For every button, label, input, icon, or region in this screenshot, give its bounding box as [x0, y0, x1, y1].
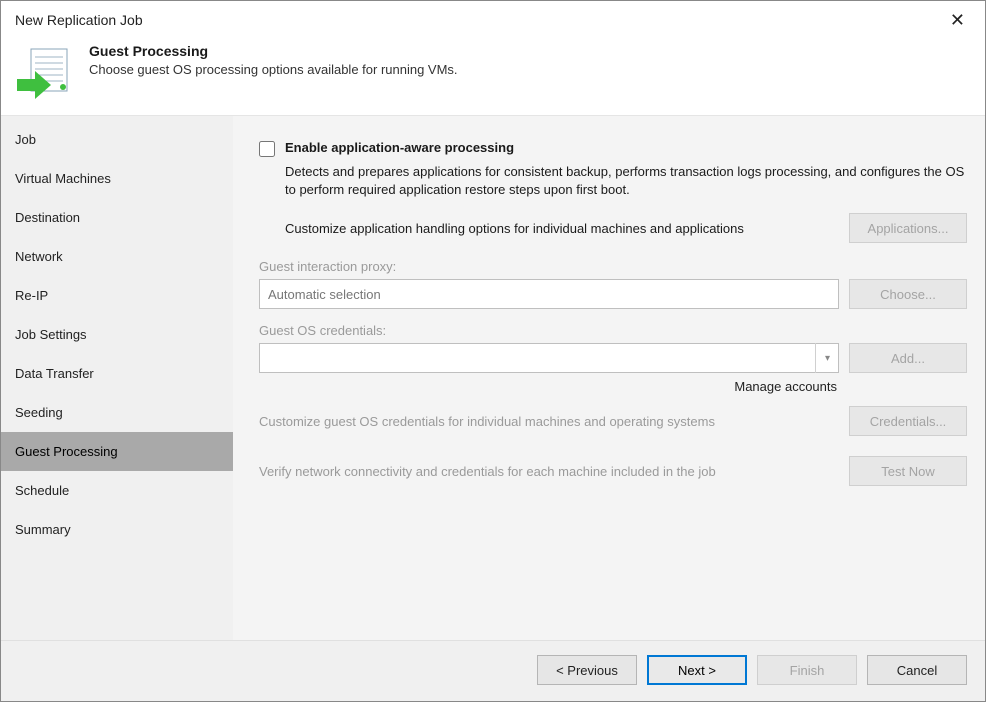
- enable-app-aware-row: Enable application-aware processing: [259, 140, 967, 157]
- proxy-field-row: Choose...: [259, 279, 967, 309]
- creds-field-row: ▾ Add...: [259, 343, 967, 373]
- wizard-header: Guest Processing Choose guest OS process…: [1, 37, 985, 115]
- wizard-icon: [17, 43, 71, 101]
- sidebar-item-network[interactable]: Network: [1, 237, 233, 276]
- manage-accounts-link[interactable]: Manage accounts: [259, 379, 967, 394]
- page-title: Guest Processing: [89, 43, 458, 59]
- creds-label: Guest OS credentials:: [259, 323, 967, 338]
- test-now-button[interactable]: Test Now: [849, 456, 967, 486]
- customize-creds-text: Customize guest OS credentials for indiv…: [259, 414, 839, 429]
- wizard-sidebar: Job Virtual Machines Destination Network…: [1, 116, 233, 640]
- next-button[interactable]: Next >: [647, 655, 747, 685]
- wizard-body: Job Virtual Machines Destination Network…: [1, 115, 985, 640]
- credentials-button[interactable]: Credentials...: [849, 406, 967, 436]
- customize-apps-text: Customize application handling options f…: [285, 221, 839, 236]
- sidebar-item-guest-processing[interactable]: Guest Processing: [1, 432, 233, 471]
- close-icon[interactable]: ✕: [944, 11, 971, 29]
- proxy-input[interactable]: [259, 279, 839, 309]
- creds-input[interactable]: [259, 343, 839, 373]
- sidebar-item-schedule[interactable]: Schedule: [1, 471, 233, 510]
- creds-combo[interactable]: ▾: [259, 343, 839, 373]
- applications-button[interactable]: Applications...: [849, 213, 967, 243]
- sidebar-item-virtual-machines[interactable]: Virtual Machines: [1, 159, 233, 198]
- customize-apps-row: Customize application handling options f…: [285, 213, 967, 243]
- enable-app-aware-desc: Detects and prepares applications for co…: [285, 163, 967, 199]
- finish-button[interactable]: Finish: [757, 655, 857, 685]
- add-button[interactable]: Add...: [849, 343, 967, 373]
- chevron-down-icon[interactable]: ▾: [815, 343, 839, 373]
- titlebar: New Replication Job ✕: [1, 1, 985, 37]
- verify-row: Verify network connectivity and credenti…: [259, 456, 967, 486]
- sidebar-item-seeding[interactable]: Seeding: [1, 393, 233, 432]
- wizard-footer: < Previous Next > Finish Cancel: [1, 640, 985, 701]
- sidebar-item-re-ip[interactable]: Re-IP: [1, 276, 233, 315]
- cancel-button[interactable]: Cancel: [867, 655, 967, 685]
- proxy-label: Guest interaction proxy:: [259, 259, 967, 274]
- sidebar-item-job-settings[interactable]: Job Settings: [1, 315, 233, 354]
- verify-text: Verify network connectivity and credenti…: [259, 464, 839, 479]
- sidebar-item-destination[interactable]: Destination: [1, 198, 233, 237]
- window-title: New Replication Job: [15, 12, 143, 28]
- wizard-content: Enable application-aware processing Dete…: [233, 116, 985, 640]
- previous-button[interactable]: < Previous: [537, 655, 637, 685]
- wizard-header-text: Guest Processing Choose guest OS process…: [89, 43, 458, 77]
- choose-button[interactable]: Choose...: [849, 279, 967, 309]
- enable-app-aware-label: Enable application-aware processing: [285, 140, 514, 155]
- sidebar-item-summary[interactable]: Summary: [1, 510, 233, 549]
- enable-app-aware-checkbox[interactable]: [259, 141, 275, 157]
- sidebar-item-data-transfer[interactable]: Data Transfer: [1, 354, 233, 393]
- customize-creds-row: Customize guest OS credentials for indiv…: [259, 406, 967, 436]
- page-subtitle: Choose guest OS processing options avail…: [89, 62, 458, 77]
- sidebar-item-job[interactable]: Job: [1, 120, 233, 159]
